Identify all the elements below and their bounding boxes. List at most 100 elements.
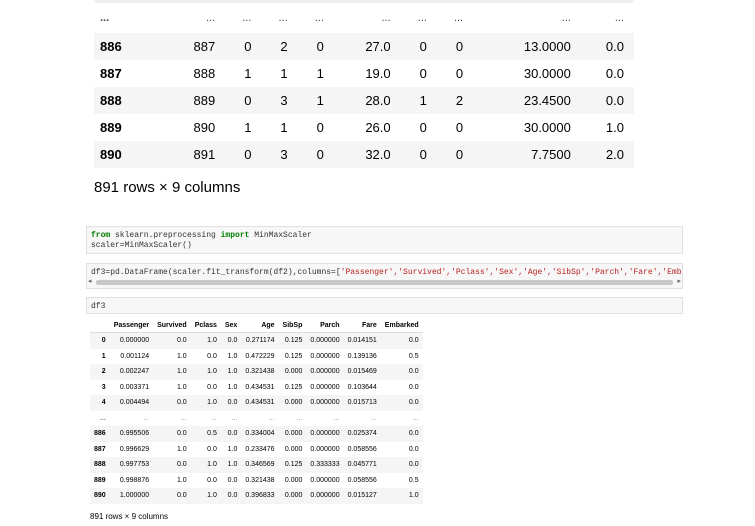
table-row: 890 891 0 3 0 32.0 0 0 7.7500 2.0 [94, 141, 634, 168]
table-cell: 1.0 [153, 364, 191, 380]
table-cell: 0.0 [408, 445, 419, 453]
table-cell: 1 [280, 120, 288, 135]
keyword-import: import [220, 231, 250, 240]
table-cell: 0.0 [153, 426, 191, 442]
table-cell: 1.0 [190, 364, 221, 380]
table-cell: 1.0 [190, 457, 221, 473]
table-cell: 0.0 [153, 457, 191, 473]
table-cell: 1.0 [190, 395, 221, 411]
column-header: Pclass [190, 318, 221, 333]
table-cell: ... [400, 3, 437, 33]
table-cell: 0.321438 [241, 364, 279, 380]
code-line: df3 [91, 302, 106, 311]
table-cell: ... [306, 410, 344, 426]
horizontal-scrollbar[interactable]: ◂ ▸ [86, 277, 683, 287]
code-cell-df3[interactable]: df3 [86, 297, 683, 314]
table-cell: 1 [280, 66, 288, 81]
table-cell: 0 [225, 87, 262, 114]
table-cell: 0 [400, 33, 437, 60]
table-cell: 0.0 [380, 457, 423, 473]
table-cell: 0.000 [284, 445, 303, 453]
code-line: scaler=MinMaxScaler() [91, 241, 192, 250]
scrollbar-thumb[interactable] [96, 280, 673, 285]
table-cell: ... [333, 3, 401, 33]
table-cell: 0.000000 [306, 332, 344, 349]
table-cell: ... [343, 410, 381, 426]
table-cell: 1.0 [176, 352, 187, 360]
table-cell: 0.000 [278, 364, 307, 380]
table-cell: 0.125 [278, 457, 307, 473]
table-cell: 2.0 [580, 141, 634, 168]
row-index: 889 [94, 476, 106, 484]
table-cell: 1 [297, 87, 334, 114]
table-row: 3 0.003371 1.0 0.0 1.0 0.434531 0.125 0.000000 0… [90, 380, 423, 396]
table-cell: 0.000 [278, 395, 307, 411]
table-cell: 0.0 [207, 476, 217, 484]
table-cell: 3 [261, 141, 298, 168]
row-index: 1 [101, 352, 106, 360]
table-cell: 1 [244, 66, 252, 81]
table-cell: ... [153, 410, 191, 426]
table-cell: 0.125 [284, 352, 303, 360]
scroll-left-icon[interactable]: ◂ [88, 277, 92, 285]
table-cell: ... [473, 3, 581, 33]
table-cell: 0.0 [153, 395, 191, 411]
table-cell: 3 [261, 87, 298, 114]
table-cell: 0 [455, 120, 464, 135]
table-cell: 890 [193, 120, 216, 135]
table-cell: 0.003371 [119, 383, 150, 391]
code-cell-import[interactable]: from sklearn.preprocessing import MinMax… [86, 226, 683, 254]
row-index: 2 [90, 364, 110, 380]
table-cell: 2 [261, 33, 298, 60]
table-cell: 0.000000 [310, 383, 340, 391]
table-cell: ... [165, 3, 226, 33]
table-row: 887 0.996629 1.0 0.0 1.0 0.233476 0.000 0.00000… [90, 442, 423, 458]
table-cell: ... [436, 3, 474, 33]
table-cell: ... [220, 410, 242, 426]
table-cell: 1.0 [227, 352, 238, 360]
table-cell: 1.0 [227, 445, 238, 453]
table-cell: 1.000000 [109, 488, 154, 504]
table-cell: 0.045771 [343, 457, 381, 473]
table-row: 890 1.000000 0.0 1.0 0.0 0.396833 0.000 0.00000… [90, 488, 423, 504]
table-shape-caption: 891 rows × 9 columns [94, 179, 241, 196]
table-cell: ... [241, 410, 279, 426]
table-cell: 0 [297, 33, 334, 60]
keyword-from: from [91, 231, 111, 240]
table-cell: 0 [297, 141, 334, 168]
table-cell: 0.000000 [306, 426, 344, 442]
table-cell: 0 [419, 66, 427, 81]
table-cell: 0.0 [220, 332, 242, 349]
table-cell: ... [580, 3, 634, 33]
scroll-right-icon[interactable]: ▸ [677, 277, 681, 285]
module-name: sklearn.preprocessing [110, 231, 221, 240]
table-row: 888 889 0 3 1 28.0 1 2 23.4500 0.0 [94, 87, 634, 114]
column-header: Embarked [380, 318, 423, 333]
table-cell: 0.002247 [109, 364, 154, 380]
table-cell: 0.321438 [245, 476, 275, 484]
row-index: 890 [90, 488, 110, 504]
table-cell: 0 [455, 66, 464, 81]
table-cell: 0.0 [380, 426, 423, 442]
table-cell: 1.0 [176, 445, 187, 453]
row-index: 887 [94, 445, 106, 453]
column-header: SibSp [278, 318, 307, 333]
table-cell: 0.233476 [245, 445, 275, 453]
table-cell: ... [380, 410, 423, 426]
table-cell: 0.995506 [109, 426, 154, 442]
table-cell: ... [225, 3, 262, 33]
table-cell: 0 [419, 120, 427, 135]
table-cell: 0.000 [278, 426, 307, 442]
table-cell: 0.0 [207, 445, 217, 453]
column-header [90, 318, 110, 333]
table-cell: 30.0000 [523, 120, 571, 135]
table-cell: 0.015713 [343, 395, 381, 411]
table-cell: 0.001124 [120, 352, 150, 360]
table-cell: 0 [225, 33, 262, 60]
table-cell: 0.000000 [306, 364, 344, 380]
table-cell: 0 [436, 141, 474, 168]
row-index: 888 [90, 457, 110, 473]
table-cell: 0.0 [207, 352, 217, 360]
table-row: 889 890 1 1 0 26.0 0 0 30.0000 1.0 [94, 114, 634, 141]
table-row: 4 0.004494 0.0 1.0 0.0 0.434531 0.000 0.000000 0… [90, 395, 423, 411]
